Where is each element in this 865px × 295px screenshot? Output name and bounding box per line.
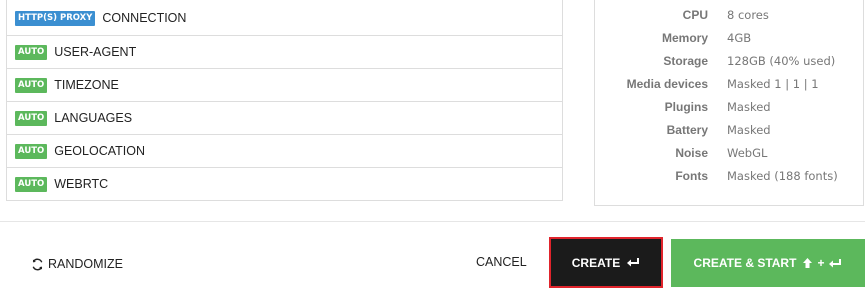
fingerprint-value: 128GB (40% used) (727, 54, 836, 68)
fingerprint-row-cpu: CPU 8 cores (595, 4, 865, 27)
fingerprint-value: Masked (727, 123, 771, 137)
randomize-button[interactable]: RANDOMIZE (31, 254, 123, 274)
fingerprint-panel: CPU 8 cores Memory 4GB Storage 128GB (40… (594, 0, 864, 206)
fingerprint-value: Masked (188 fonts) (727, 169, 838, 183)
setting-label: CONNECTION (102, 11, 187, 25)
cancel-button[interactable]: CANCEL (476, 255, 527, 269)
fingerprint-row-fonts: Fonts Masked (188 fonts) (595, 165, 865, 188)
fingerprint-label: Storage (663, 54, 708, 68)
setting-row-user-agent[interactable]: AUTO USER-AGENT (7, 35, 562, 68)
setting-label: TIMEZONE (54, 78, 119, 92)
auto-badge: AUTO (15, 110, 48, 126)
create-label: CREATE (571, 255, 621, 270)
enter-icon (828, 258, 842, 269)
fingerprint-value: 8 cores (727, 8, 769, 22)
setting-label: WEBRTC (54, 177, 109, 191)
enter-icon (626, 257, 640, 268)
create-button[interactable]: CREATE (549, 237, 663, 288)
setting-row-webrtc[interactable]: AUTO WEBRTC (7, 167, 562, 200)
auto-badge: AUTO (15, 176, 48, 192)
fingerprint-value: 4GB (727, 31, 752, 45)
setting-label: USER-AGENT (54, 45, 137, 59)
fingerprint-row-media-devices: Media devices Masked 1 | 1 | 1 (595, 73, 865, 96)
setting-row-connection[interactable]: HTTP(S) PROXY CONNECTION (7, 0, 562, 35)
fingerprint-label: Plugins (664, 100, 708, 114)
setting-label: LANGUAGES (54, 111, 133, 125)
setting-row-geolocation[interactable]: AUTO GEOLOCATION (7, 134, 562, 167)
proxy-badge: HTTP(S) PROXY (15, 10, 96, 26)
fingerprint-row-noise: Noise WebGL (595, 142, 865, 165)
auto-badge: AUTO (15, 143, 48, 159)
fingerprint-value: Masked (727, 100, 771, 114)
fingerprint-label: CPU (682, 8, 708, 22)
shortcut-plus: + (817, 256, 825, 270)
setting-row-languages[interactable]: AUTO LANGUAGES (7, 101, 562, 134)
create-start-label: CREATE & START (693, 256, 797, 270)
fingerprint-label: Fonts (675, 169, 708, 183)
refresh-icon (32, 258, 43, 270)
fingerprint-row-plugins: Plugins Masked (595, 96, 865, 119)
auto-badge: AUTO (15, 44, 48, 60)
shift-icon (802, 257, 813, 269)
fingerprint-value: WebGL (727, 146, 768, 160)
footer-divider (0, 221, 865, 222)
fingerprint-label: Battery (666, 123, 708, 137)
randomize-label: RANDOMIZE (48, 257, 123, 271)
settings-list: HTTP(S) PROXY CONNECTION AUTO USER-AGENT… (6, 0, 563, 201)
fingerprint-label: Noise (675, 146, 708, 160)
fingerprint-label: Media devices (626, 77, 708, 91)
fingerprint-row-storage: Storage 128GB (40% used) (595, 50, 865, 73)
fingerprint-row-memory: Memory 4GB (595, 27, 865, 50)
auto-badge: AUTO (15, 77, 48, 93)
setting-row-timezone[interactable]: AUTO TIMEZONE (7, 68, 562, 101)
fingerprint-value: Masked 1 | 1 | 1 (727, 77, 819, 91)
fingerprint-row-battery: Battery Masked (595, 119, 865, 142)
create-and-start-button[interactable]: CREATE & START + (671, 239, 865, 287)
setting-label: GEOLOCATION (54, 144, 146, 158)
fingerprint-label: Memory (661, 31, 708, 45)
